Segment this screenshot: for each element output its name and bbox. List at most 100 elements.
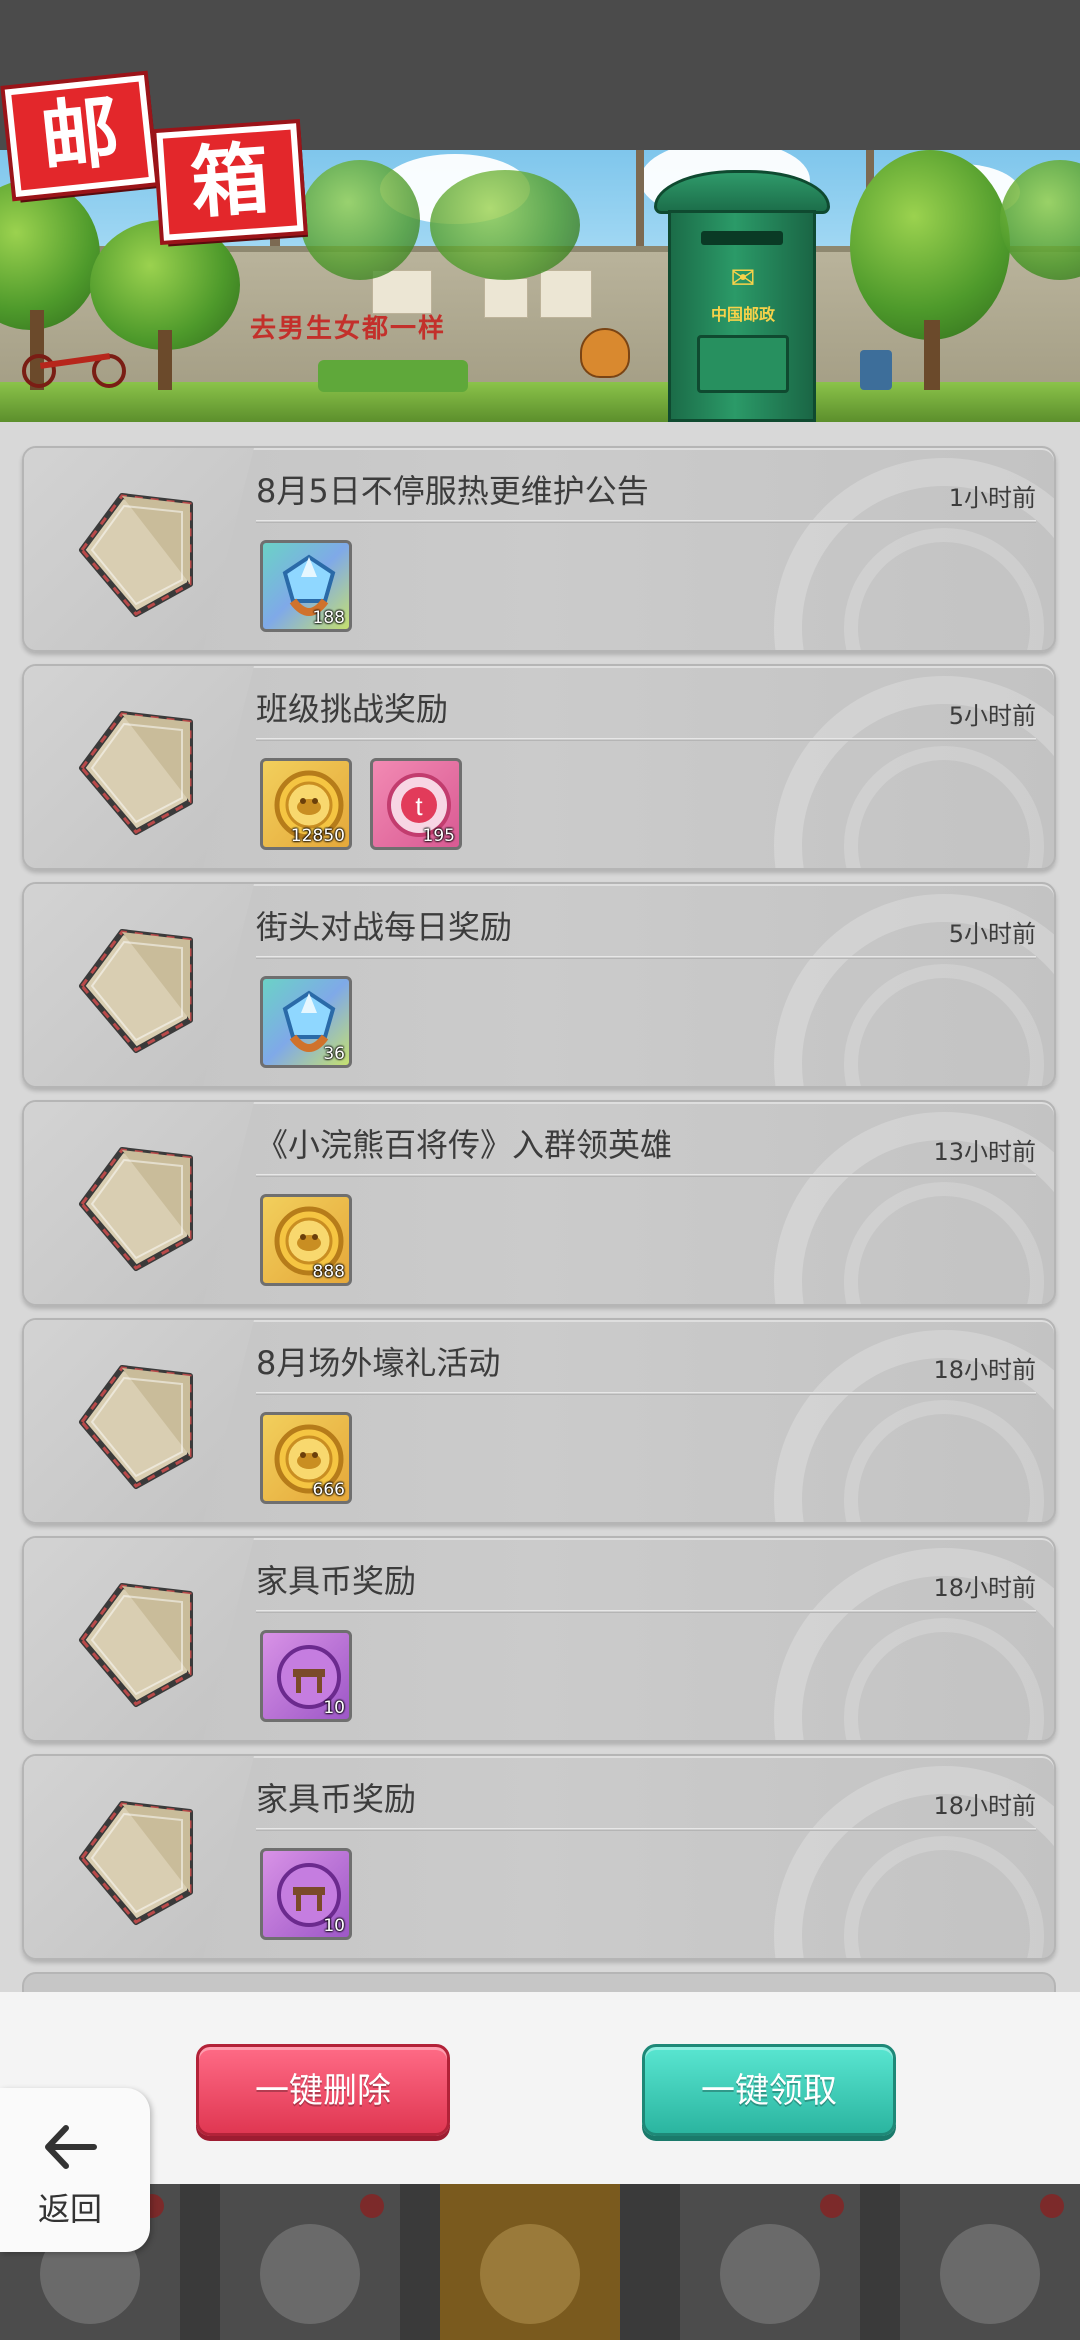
svg-text:t: t: [415, 791, 423, 821]
badge-dot: [360, 2194, 384, 2218]
claim-all-button[interactable]: 一键领取: [642, 2044, 896, 2136]
bottom-nav-overlay: [0, 2184, 1080, 2340]
divider: [256, 956, 1036, 959]
divider: [256, 520, 1036, 523]
divider: [256, 1828, 1036, 1831]
mail-list-panel[interactable]: 8月5日不停服热更维护公告 1小时前 188 班级挑战奖励 5小时前 12850 t 195 街…: [0, 422, 1080, 1992]
character-icon: [480, 2224, 580, 2324]
raccoon-mascot-icon: [580, 328, 630, 378]
reward-quantity: 10: [323, 1916, 345, 1936]
envelope-icon: [62, 1130, 210, 1278]
tree: [430, 170, 580, 280]
reward-list: 36: [260, 976, 352, 1068]
divider: [256, 1174, 1036, 1177]
tree: [300, 160, 420, 280]
mail-title: 《小浣熊百将传》入群领英雄: [256, 1126, 673, 1164]
envelope-icon: [62, 1784, 210, 1932]
character-icon: [940, 2224, 1040, 2324]
divider: [256, 738, 1036, 741]
tree-trunk: [158, 330, 172, 390]
reward-list: 666: [260, 1412, 352, 1504]
reward-list: 188: [260, 540, 352, 632]
mail-time: 5小时前: [948, 920, 1036, 948]
mailbox-door: [697, 335, 789, 393]
utility-pole: [636, 150, 644, 260]
reward-item[interactable]: 888: [260, 1194, 352, 1286]
mail-list[interactable]: 8月5日不停服热更维护公告 1小时前 188 班级挑战奖励 5小时前 12850 t 195 街…: [22, 446, 1056, 1972]
wall-graffiti: 去男生女都一样: [250, 314, 447, 344]
reward-item[interactable]: 10: [260, 1630, 352, 1722]
divider: [256, 1392, 1036, 1395]
mail-title: 班级挑战奖励: [256, 690, 449, 728]
divider: [256, 1610, 1036, 1613]
reward-quantity: 888: [312, 1262, 345, 1282]
reward-item[interactable]: 12850: [260, 758, 352, 850]
mail-time: 1小时前: [948, 484, 1036, 512]
reward-quantity: 195: [422, 826, 455, 846]
hedge: [318, 360, 468, 392]
mail-item[interactable]: 家具币奖励 18小时前 10: [22, 1536, 1056, 1742]
mailbox-slot: [701, 231, 783, 245]
mail-item[interactable]: 街头对战每日奖励 5小时前 36: [22, 882, 1056, 1088]
mail-item[interactable]: 班级挑战奖励 5小时前 12850 t 195: [22, 664, 1056, 870]
mail-time: 5小时前: [948, 702, 1036, 730]
barrel: [860, 350, 892, 390]
title-char: 箱: [156, 123, 304, 241]
delete-all-button[interactable]: 一键删除: [196, 2044, 450, 2136]
nav-slot-active: [440, 2184, 620, 2340]
back-button[interactable]: 返回: [0, 2088, 150, 2252]
envelope-icon: [62, 912, 210, 1060]
reward-item[interactable]: t 195: [370, 758, 462, 850]
envelope-icon: [62, 1348, 210, 1496]
mail-item[interactable]: 8月场外壕礼活动 18小时前 666: [22, 1318, 1056, 1524]
green-mailbox: ✉ 中国邮政: [654, 170, 830, 422]
mail-item-partial[interactable]: [22, 1972, 1056, 1992]
bike-wheel: [22, 354, 56, 388]
tree: [850, 150, 1010, 340]
reward-item[interactable]: 36: [260, 976, 352, 1068]
mail-item[interactable]: 8月5日不停服热更维护公告 1小时前 188: [22, 446, 1056, 652]
envelope-icon: [62, 476, 210, 624]
reward-quantity: 666: [312, 1480, 345, 1500]
envelope-icon: [62, 694, 210, 842]
mail-item[interactable]: 《小浣熊百将传》入群领英雄 13小时前 888: [22, 1100, 1056, 1306]
reward-item[interactable]: 10: [260, 1848, 352, 1940]
badge-dot: [820, 2194, 844, 2218]
badge-dot: [1040, 2194, 1064, 2218]
mail-title: 8月5日不停服热更维护公告: [256, 472, 649, 510]
back-arrow-icon: [45, 2125, 97, 2169]
overlay-top: [0, 0, 1080, 150]
character-icon: [260, 2224, 360, 2324]
reward-quantity: 12850: [290, 826, 345, 846]
mailbox-body: ✉ 中国邮政: [668, 210, 816, 422]
mail-title: 街头对战每日奖励: [256, 908, 513, 946]
mail-time: 13小时前: [933, 1138, 1036, 1166]
character-icon: [720, 2224, 820, 2324]
mailbox-cap: [654, 170, 830, 214]
reward-list: 10: [260, 1630, 352, 1722]
mail-title: 家具币奖励: [256, 1780, 417, 1818]
mail-time: 18小时前: [933, 1356, 1036, 1384]
mail-title: 家具币奖励: [256, 1562, 417, 1600]
reward-quantity: 10: [323, 1698, 345, 1718]
action-bar: 一键删除 一键领取: [0, 1992, 1080, 2184]
wall-poster: [540, 270, 592, 318]
reward-quantity: 188: [312, 608, 345, 628]
envelope-icon: [62, 1566, 210, 1714]
wall-poster: [484, 278, 528, 318]
china-post-logo-icon: ✉: [730, 261, 756, 296]
mail-item[interactable]: 家具币奖励 18小时前 10: [22, 1754, 1056, 1960]
mail-time: 18小时前: [933, 1574, 1036, 1602]
title-char: 邮: [4, 74, 156, 198]
reward-list: 12850 t 195: [260, 758, 462, 850]
reward-list: 888: [260, 1194, 352, 1286]
mail-time: 18小时前: [933, 1792, 1036, 1820]
bicycle: [22, 340, 132, 388]
nav-slot: [680, 2184, 860, 2340]
reward-item[interactable]: 188: [260, 540, 352, 632]
reward-item[interactable]: 666: [260, 1412, 352, 1504]
reward-quantity: 36: [323, 1044, 345, 1064]
tree-trunk: [924, 320, 940, 390]
mailbox-label: 中国邮政: [710, 305, 775, 324]
reward-list: 10: [260, 1848, 352, 1940]
